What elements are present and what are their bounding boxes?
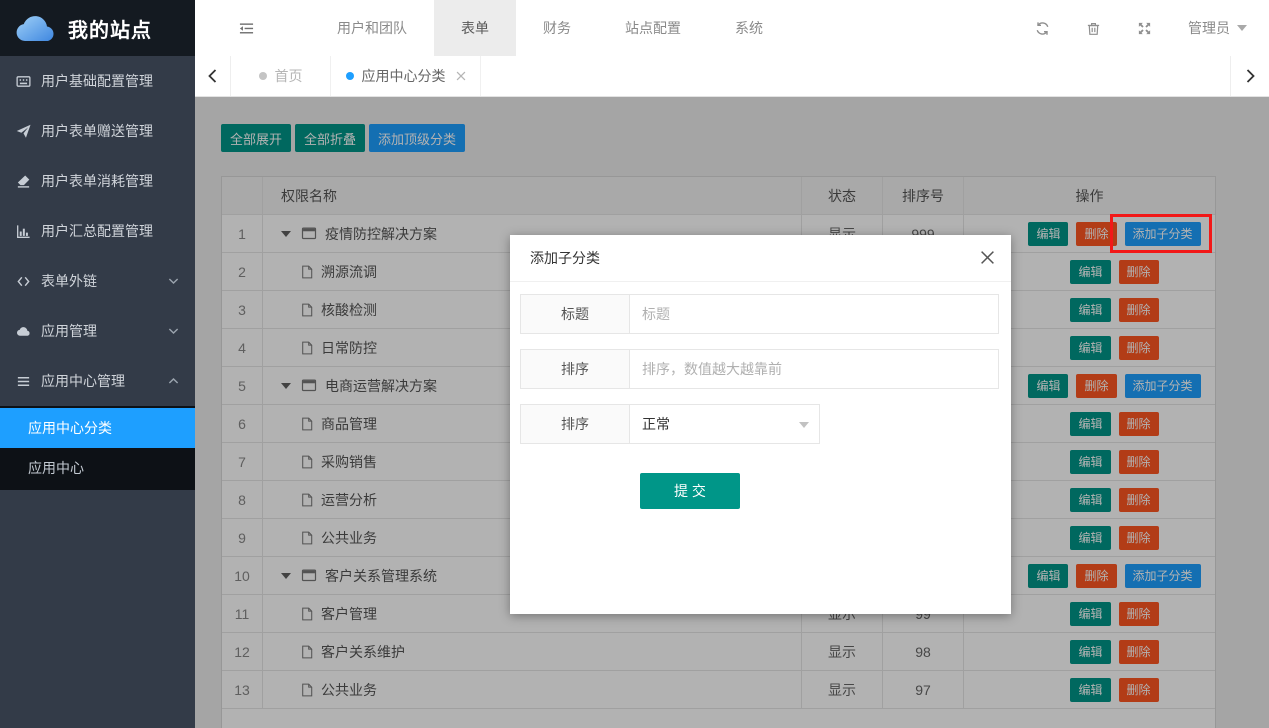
sidebar-item-app-management[interactable]: 应用管理: [0, 306, 195, 356]
tab-dot: [259, 72, 267, 80]
refresh-icon[interactable]: [1035, 21, 1050, 36]
field-input-1[interactable]: [630, 349, 999, 389]
form-field: 排序: [520, 349, 999, 389]
dialog-fields: 标题排序排序正常: [520, 294, 999, 444]
add-subcategory-dialog: 添加子分类 标题排序排序正常 提 交: [510, 235, 1011, 614]
dialog-body: 标题排序排序正常 提 交: [510, 282, 1011, 509]
sidebar-item-user-form-gift[interactable]: 用户表单赠送管理: [0, 106, 195, 156]
keyboard-icon: [15, 74, 32, 89]
sidebar-item-app-center-management[interactable]: 应用中心管理: [0, 356, 195, 406]
fullscreen-icon[interactable]: [1137, 21, 1152, 36]
chevron-down-icon: [168, 277, 179, 285]
sidebar-item-label: 用户表单赠送管理: [41, 121, 153, 141]
sidebar-item-label: 应用中心管理: [41, 371, 125, 391]
submit-button[interactable]: 提 交: [640, 473, 740, 509]
field-label: 标题: [520, 294, 630, 334]
sidebar-menu: 用户基础配置管理用户表单赠送管理用户表单消耗管理用户汇总配置管理表单外链应用管理…: [0, 56, 195, 490]
tabbar: 首页 应用中心分类: [195, 56, 1269, 97]
chevron-up-icon: [168, 377, 179, 385]
topbar-right: 管理员: [1035, 0, 1247, 56]
sidebar-subitem-app-center-category[interactable]: 应用中心分类: [0, 408, 195, 448]
top-nav-item[interactable]: 站点配置: [598, 0, 708, 56]
site-logo[interactable]: 我的站点: [0, 0, 195, 56]
form-field: 排序正常: [520, 404, 999, 444]
chevron-down-icon: [799, 422, 809, 433]
chart-icon: [15, 224, 32, 239]
tab-label: 应用中心分类: [362, 66, 446, 86]
sidebar-item-user-base-config[interactable]: 用户基础配置管理: [0, 56, 195, 106]
app-root: 我的站点 用户基础配置管理用户表单赠送管理用户表单消耗管理用户汇总配置管理表单外…: [0, 0, 1269, 728]
tabs: 首页 应用中心分类: [231, 56, 481, 96]
top-nav-item[interactable]: 系统: [708, 0, 790, 56]
status-select[interactable]: 正常: [630, 404, 820, 444]
sidebar-subitem-app-center[interactable]: 应用中心: [0, 448, 195, 488]
sidebar-item-label: 表单外链: [41, 271, 97, 291]
chevron-down-icon: [1237, 25, 1247, 36]
top-nav: 用户和团队表单财务站点配置系统: [310, 0, 790, 56]
dialog-title: 添加子分类: [530, 248, 600, 268]
trash-icon[interactable]: [1086, 21, 1101, 36]
sidebar-item-user-summary-config[interactable]: 用户汇总配置管理: [0, 206, 195, 256]
link-icon: [15, 274, 32, 289]
topbar-icons: [1035, 21, 1152, 36]
field-input-0[interactable]: [630, 294, 999, 334]
sidebar: 我的站点 用户基础配置管理用户表单赠送管理用户表单消耗管理用户汇总配置管理表单外…: [0, 0, 195, 728]
field-label: 排序: [520, 349, 630, 389]
topbar: 用户和团队表单财务站点配置系统 管理员: [195, 0, 1269, 56]
collapse-sidebar-icon[interactable]: [238, 21, 255, 36]
field-label: 排序: [520, 404, 630, 444]
sidebar-item-label: 用户汇总配置管理: [41, 221, 153, 241]
tabs-scroll-right-icon[interactable]: [1230, 56, 1269, 96]
top-nav-item[interactable]: 财务: [516, 0, 598, 56]
top-nav-item[interactable]: 表单: [434, 0, 516, 56]
site-title: 我的站点: [68, 14, 152, 43]
cloud-logo-icon: [14, 12, 58, 44]
cloud-icon: [15, 324, 32, 339]
chevron-down-icon: [168, 327, 179, 335]
tabs-scroll-left-icon[interactable]: [195, 56, 231, 96]
close-icon: [456, 71, 466, 81]
sidebar-item-label: 应用管理: [41, 321, 97, 341]
sidebar-item-label: 用户表单消耗管理: [41, 171, 153, 191]
tab-dot: [346, 72, 354, 80]
sidebar-item-label: 用户基础配置管理: [41, 71, 153, 91]
sidebar-submenu: 应用中心分类应用中心: [0, 406, 195, 490]
form-field: 标题: [520, 294, 999, 334]
top-nav-item[interactable]: 用户和团队: [310, 0, 434, 56]
close-icon[interactable]: [980, 250, 995, 265]
user-name: 管理员: [1188, 18, 1230, 38]
user-menu[interactable]: 管理员: [1188, 18, 1247, 38]
eraser-icon: [15, 174, 32, 189]
send-icon: [15, 124, 32, 139]
tab-应用中心分类[interactable]: 应用中心分类: [331, 56, 481, 96]
select-value: 正常: [642, 414, 670, 434]
tab-label: 首页: [275, 66, 303, 86]
menu-icon: [15, 374, 32, 389]
sidebar-item-user-form-consume[interactable]: 用户表单消耗管理: [0, 156, 195, 206]
sidebar-item-form-external-link[interactable]: 表单外链: [0, 256, 195, 306]
tab-首页[interactable]: 首页: [231, 56, 331, 96]
dialog-header: 添加子分类: [510, 235, 1011, 282]
